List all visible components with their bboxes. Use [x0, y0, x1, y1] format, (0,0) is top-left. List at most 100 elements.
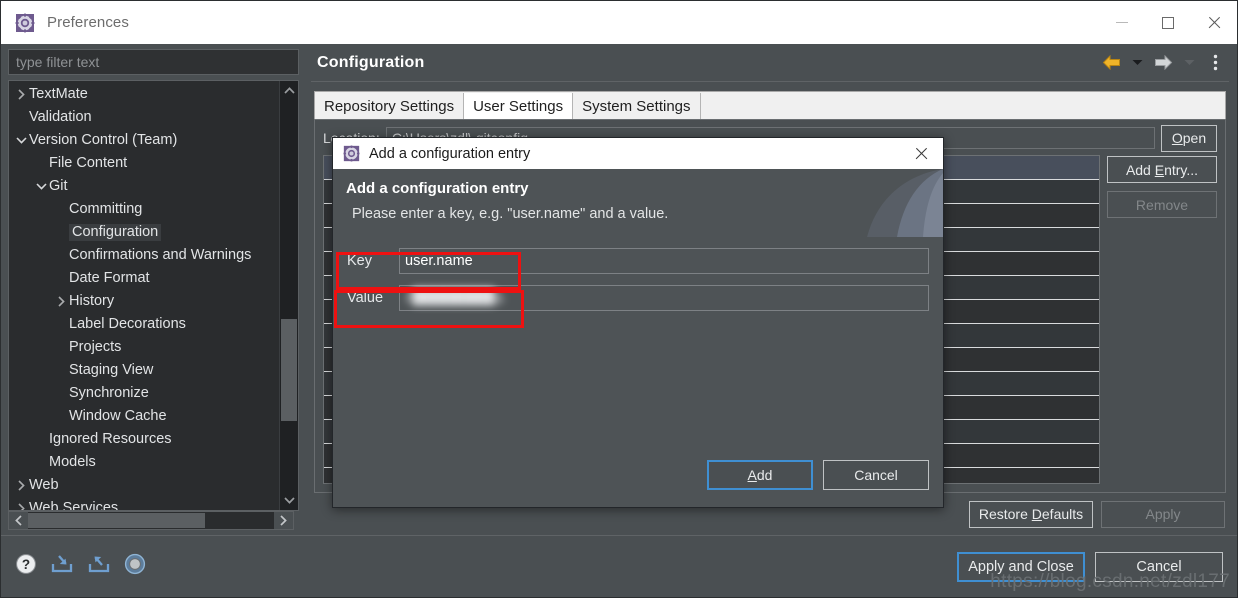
tree-item-models[interactable]: Models: [9, 451, 279, 474]
tree-item-label: Web Services: [29, 500, 119, 510]
scroll-down-button[interactable]: [280, 491, 299, 510]
tree-item-label: Git: [49, 178, 68, 195]
close-icon: [914, 147, 928, 161]
dialog-decoration: [867, 169, 943, 237]
dialog-header: Add a configuration entry Please enter a…: [333, 169, 943, 237]
page-navigation: [1099, 51, 1229, 75]
dialog-cancel-button[interactable]: Cancel: [823, 460, 929, 490]
add-entry-post: ntry...: [1164, 161, 1199, 178]
restore-defaults-button[interactable]: Restore Defaults: [969, 500, 1093, 528]
tree-item-label: Web: [29, 477, 59, 494]
back-dropdown-icon[interactable]: [1125, 51, 1149, 75]
preferences-tree[interactable]: TextMate Validation Version Control (Team)…: [9, 81, 279, 510]
close-button[interactable]: [1191, 1, 1237, 44]
tree-item-label: Window Cache: [69, 408, 167, 425]
hscrollbar-thumb[interactable]: [28, 513, 206, 528]
tree-item-textmate[interactable]: TextMate: [9, 83, 279, 106]
tree-item-file-content[interactable]: File Content: [9, 152, 279, 175]
footer-icons: ?: [15, 553, 146, 580]
window-title: Preferences: [47, 14, 129, 31]
tree-item-date-format[interactable]: Date Format: [9, 267, 279, 290]
watermark: https://blog.csdn.net/zdl177: [990, 571, 1230, 592]
tree-item-validation[interactable]: Validation: [9, 106, 279, 129]
target-icon[interactable]: [124, 553, 146, 580]
scrollbar-track[interactable]: [280, 100, 298, 491]
tree-item-label: Projects: [69, 339, 122, 356]
tree-item-configuration[interactable]: Configuration: [9, 221, 279, 244]
maximize-button[interactable]: [1145, 1, 1191, 44]
page-title: Configuration: [317, 53, 425, 71]
chevron-right-icon[interactable]: [13, 480, 29, 491]
minimize-button[interactable]: [1099, 1, 1145, 44]
apply-button[interactable]: Apply: [1101, 500, 1225, 528]
scrollbar-thumb[interactable]: [281, 318, 297, 421]
add-entry-pre: Add: [1125, 161, 1155, 178]
tree-item-committing[interactable]: Committing: [9, 198, 279, 221]
tree-item-window-cache[interactable]: Window Cache: [9, 405, 279, 428]
page-header: Configuration: [311, 44, 1229, 82]
open-rest: pen: [1182, 130, 1207, 146]
value-input[interactable]: z████████g.: [399, 285, 929, 311]
restore-mnemonic: D: [1031, 506, 1042, 522]
preferences-window: Preferences type filter text TextMate Val…: [0, 0, 1238, 598]
view-menu-icon[interactable]: [1203, 51, 1227, 75]
open-mnemonic: O: [1171, 130, 1183, 146]
chevron-right-icon[interactable]: [53, 296, 69, 307]
dialog-titlebar: Add a configuration entry: [333, 138, 943, 169]
forward-arrow-icon[interactable]: [1151, 51, 1175, 75]
tab-system-settings[interactable]: System Settings: [573, 93, 701, 119]
tab-repository-settings[interactable]: Repository Settings: [315, 93, 465, 119]
export-icon[interactable]: [87, 553, 111, 580]
tree-item-label-decorations[interactable]: Label Decorations: [9, 313, 279, 336]
tree-item-synchronize[interactable]: Synchronize: [9, 382, 279, 405]
filter-input[interactable]: type filter text: [8, 49, 299, 75]
import-icon[interactable]: [50, 553, 74, 580]
tree-item-git[interactable]: Git: [9, 175, 279, 198]
preferences-gear-icon: [343, 145, 360, 162]
preferences-gear-icon: [15, 13, 35, 33]
remove-button[interactable]: Remove: [1107, 191, 1217, 218]
tree-item-web-services[interactable]: Web Services: [9, 497, 279, 510]
scroll-up-button[interactable]: [280, 81, 299, 100]
dialog-add-button[interactable]: Add: [707, 460, 813, 490]
scroll-left-button[interactable]: [9, 512, 28, 529]
tree-item-label: File Content: [49, 155, 128, 172]
tree-item-label: Ignored Resources: [49, 431, 172, 448]
tree-item-version-control-team[interactable]: Version Control (Team): [9, 129, 279, 152]
close-icon: [1207, 16, 1221, 30]
add-entry-button[interactable]: Add Entry...: [1107, 156, 1217, 183]
tree-horizontal-scrollbar[interactable]: [8, 511, 294, 530]
chevron-down-icon[interactable]: [13, 136, 29, 145]
tree-item-label: Label Decorations: [69, 316, 186, 333]
tree-item-web[interactable]: Web: [9, 474, 279, 497]
chevron-down-icon[interactable]: [33, 182, 49, 191]
list-buttons: Add Entry... Remove: [1107, 155, 1217, 484]
dialog-close-button[interactable]: [899, 138, 943, 169]
tree-item-label: Validation: [29, 109, 92, 126]
tree-vertical-scrollbar[interactable]: [279, 81, 298, 510]
minimize-icon: [1116, 22, 1128, 23]
tree-item-ignored-resources[interactable]: Ignored Resources: [9, 428, 279, 451]
value-value: z████████g.: [405, 289, 507, 305]
value-row: Value z████████g.: [347, 284, 929, 312]
hscrollbar-track[interactable]: [28, 512, 274, 529]
maximize-icon: [1162, 16, 1174, 29]
tab-user-settings[interactable]: User Settings: [464, 93, 574, 119]
tree-item-confirmations-and-warnings[interactable]: Confirmations and Warnings: [9, 244, 279, 267]
tree-item-label: Version Control (Team): [29, 132, 178, 149]
scroll-right-button[interactable]: [274, 512, 293, 529]
key-input[interactable]: user.name: [399, 248, 929, 274]
tree-item-label: Staging View: [69, 362, 154, 379]
help-icon[interactable]: ?: [15, 553, 37, 580]
tree-item-label: Configuration: [69, 224, 162, 241]
tree-item-projects[interactable]: Projects: [9, 336, 279, 359]
settings-tabs[interactable]: Repository Settings User Settings System S…: [314, 91, 1226, 119]
open-button[interactable]: Open: [1161, 124, 1217, 152]
tree-item-staging-view[interactable]: Staging View: [9, 359, 279, 382]
chevron-right-icon[interactable]: [13, 503, 29, 510]
chevron-right-icon[interactable]: [13, 89, 29, 100]
dialog-form: Key user.name Value z████████g.: [333, 237, 943, 321]
forward-dropdown-icon: [1177, 51, 1201, 75]
back-arrow-icon[interactable]: [1099, 51, 1123, 75]
tree-item-history[interactable]: History: [9, 290, 279, 313]
